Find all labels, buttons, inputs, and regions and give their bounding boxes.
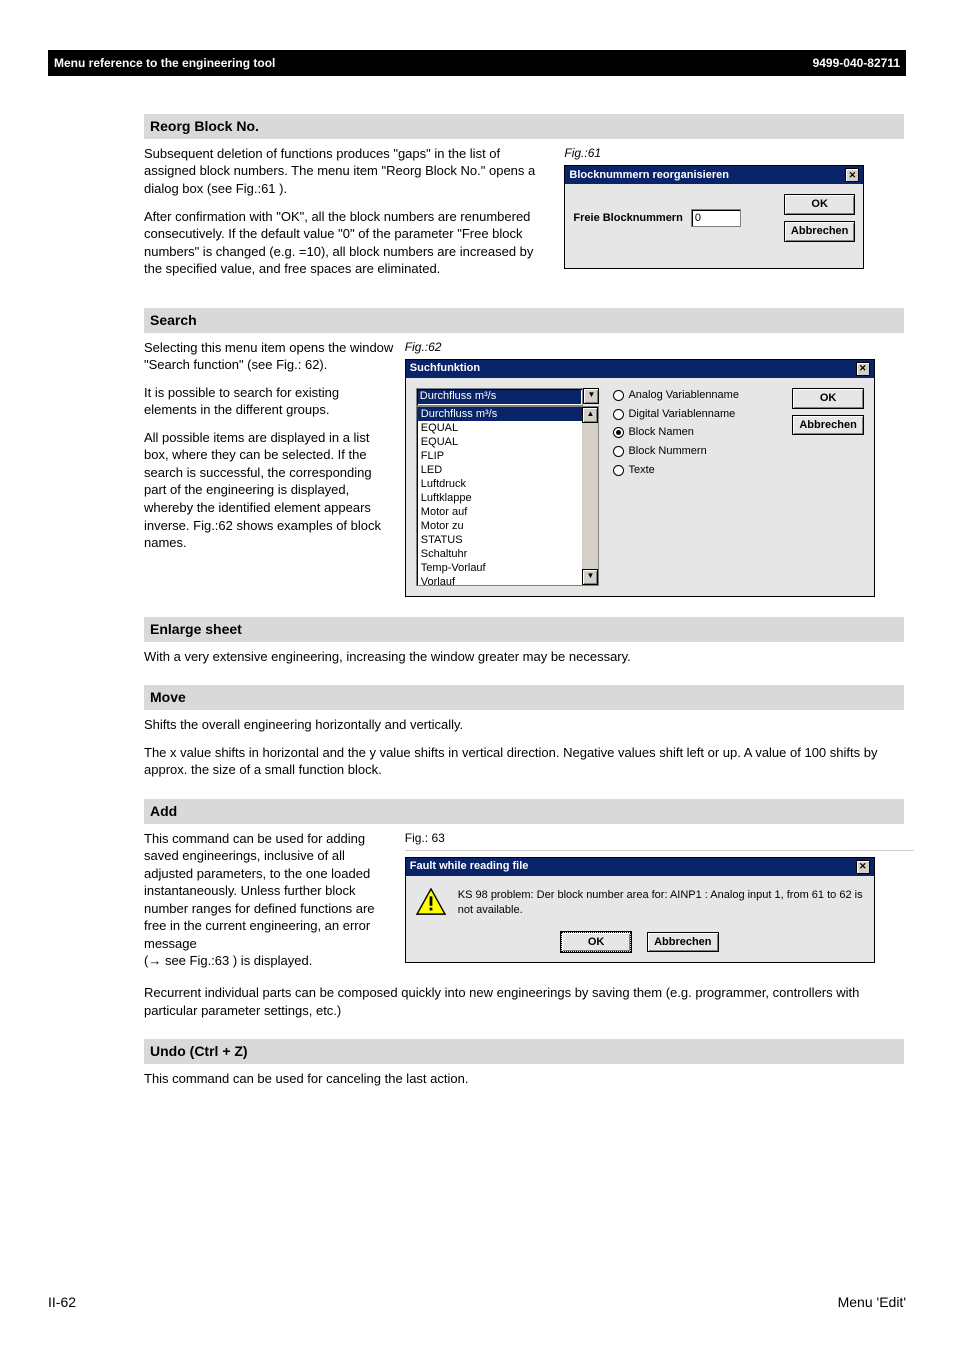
fig61-title: Blocknummern reorganisieren [569,168,729,183]
scroll-up-icon[interactable]: ▲ [582,407,598,423]
add-p2: Recurrent individual parts can be compos… [144,984,904,1019]
search-p3: All possible items are displayed in a li… [144,429,395,552]
search-p1: Selecting this menu item opens the windo… [144,339,395,374]
list-item[interactable]: Luftklappe [417,491,599,505]
list-item[interactable]: EQUAL [417,435,599,449]
close-icon[interactable]: ✕ [845,168,859,182]
fig62-ok-button[interactable]: OK [792,388,863,409]
radio-blocknummern[interactable]: Block Nummern [613,444,778,459]
search-listbox[interactable]: Durchfluss m³/sEQUALEQUALFLIPLEDLuftdruc… [416,406,600,586]
section-title-enlarge: Enlarge sheet [144,617,904,642]
list-item[interactable]: FLIP [417,449,599,463]
list-item[interactable]: Motor zu [417,519,599,533]
move-p1: Shifts the overall engineering horizonta… [144,716,904,734]
section-title-undo: Undo (Ctrl + Z) [144,1039,904,1064]
scrollbar[interactable]: ▲ ▼ [582,407,598,585]
list-item[interactable]: LED [417,463,599,477]
fig63-ok-button[interactable]: OK [561,932,631,953]
list-item[interactable]: Durchfluss m³/s [417,407,599,421]
fig61-field-label: Freie Blocknummern [573,211,682,226]
move-p2: The x value shifts in horizontal and the… [144,744,904,779]
radio-texte[interactable]: Texte [613,463,778,478]
dialog-reorg: Blocknummern reorganisieren ✕ Freie Bloc… [564,165,864,269]
section-title-move: Move [144,685,904,710]
close-icon[interactable]: ✕ [856,362,870,376]
list-item[interactable]: EQUAL [417,421,599,435]
fig61-cancel-button[interactable]: Abbrechen [784,221,855,242]
fig63-msg: KS 98 problem: Der block number area for… [458,888,864,918]
radio-blocknamen[interactable]: Block Namen [613,425,778,440]
footer-right: Menu 'Edit' [838,1294,906,1310]
undo-p1: This command can be used for canceling t… [144,1070,904,1088]
search-p2: It is possible to search for existing el… [144,384,395,419]
warning-icon [416,888,446,916]
section-title-search: Search [144,308,904,333]
radio-digital[interactable]: Digital Variablenname [613,407,778,422]
enlarge-p1: With a very extensive engineering, incre… [144,648,904,666]
fig61-label: Fig.:61 [564,145,914,161]
reorg-p1: Subsequent deletion of functions produce… [144,145,554,198]
list-item[interactable]: Vorlauf [417,575,599,586]
fig62-title: Suchfunktion [410,361,480,376]
header-left: Menu reference to the engineering tool [54,56,275,70]
radio-analog[interactable]: Analog Variablenname [613,388,778,403]
fig61-ok-button[interactable]: OK [784,194,855,215]
footer-left: II-62 [48,1294,76,1310]
list-item[interactable]: Temp-Vorlauf [417,561,599,575]
close-icon[interactable]: ✕ [856,860,870,874]
dialog-search: Suchfunktion ✕ Durchfluss m³/s ▼ Durchfl… [405,359,875,597]
free-block-input[interactable]: 0 [691,209,741,227]
fig62-cancel-button[interactable]: Abbrechen [792,415,863,436]
scroll-down-icon[interactable]: ▼ [582,569,598,585]
list-item[interactable]: Schaltuhr [417,547,599,561]
fig63-cancel-button[interactable]: Abbrechen [647,932,718,953]
add-p1b: (→ see Fig.:63 ) is displayed. [144,952,395,970]
section-title-reorg: Reorg Block No. [144,114,904,139]
fig62-label: Fig.:62 [405,339,914,355]
footer: II-62 Menu 'Edit' [48,1294,906,1310]
add-p1: This command can be used for adding save… [144,830,395,953]
header-right: 9499-040-82711 [813,56,900,70]
fig63-label: Fig.: 63 [405,830,914,846]
fig63-title: Fault while reading file [410,859,529,874]
reorg-p2: After confirmation with "OK", all the bl… [144,208,554,278]
search-combo[interactable]: Durchfluss m³/s [416,388,584,406]
list-item[interactable]: Motor auf [417,505,599,519]
chevron-down-icon[interactable]: ▼ [583,388,599,404]
dialog-fault: Fault while reading file ✕ KS 98 problem… [405,857,875,964]
list-item[interactable]: Luftdruck [417,477,599,491]
section-title-add: Add [144,799,904,824]
header-bar: Menu reference to the engineering tool 9… [48,50,906,76]
list-item[interactable]: STATUS [417,533,599,547]
